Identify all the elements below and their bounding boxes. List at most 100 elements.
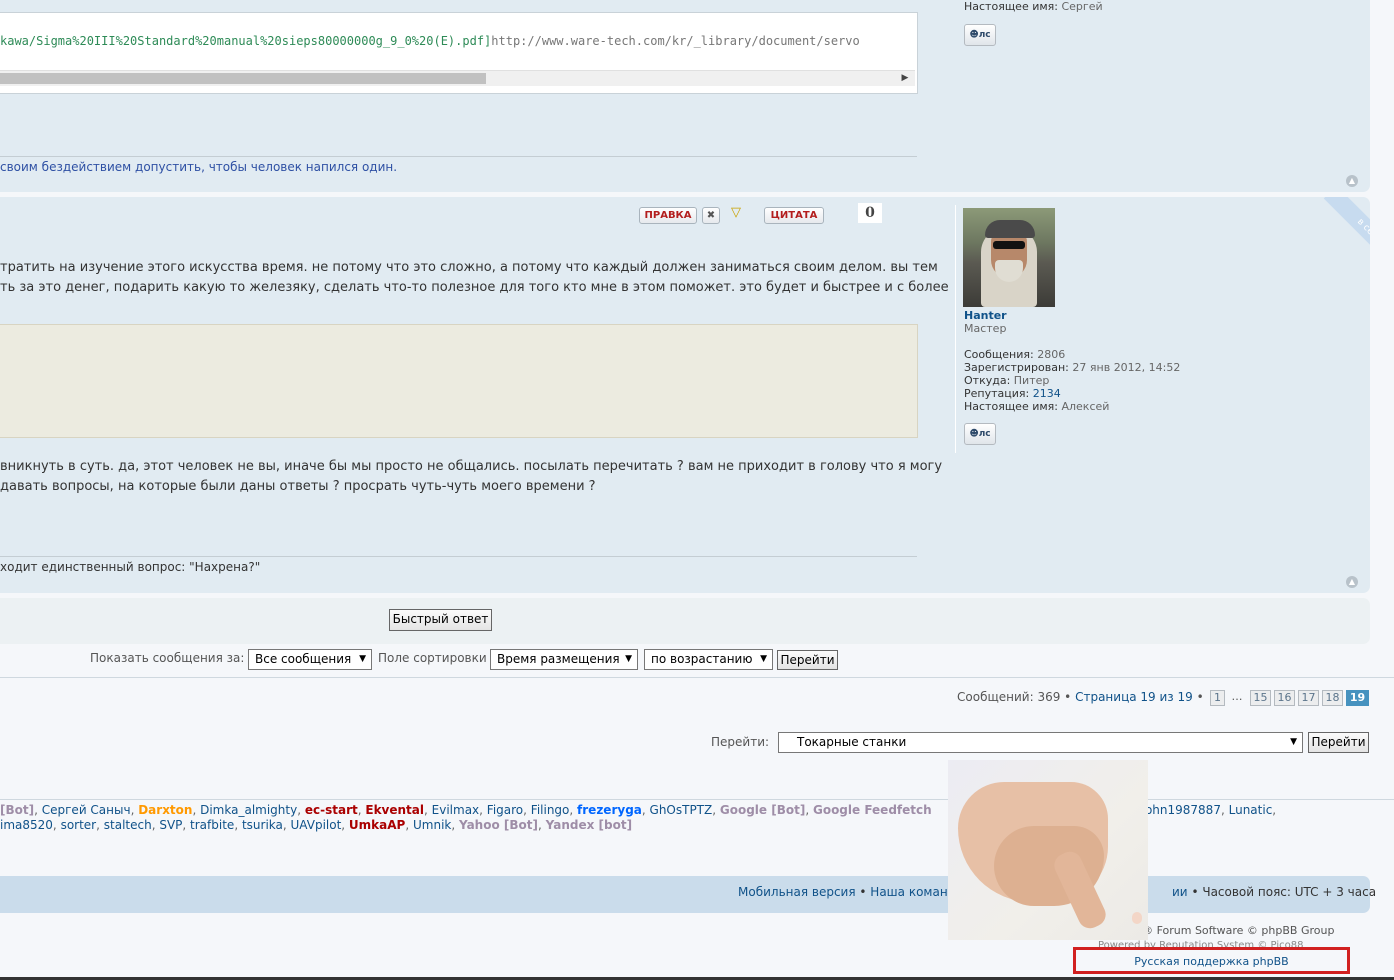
quick-reply-button[interactable]: Быстрый ответ (389, 609, 492, 631)
page-ellipsis: … (1231, 690, 1243, 703)
code-line: kawa/Sigma%20III%20Standard%20manual%20s… (0, 34, 917, 50)
edit-button[interactable]: ПРАВКА (639, 207, 697, 224)
pm-button[interactable]: ☻лс (964, 423, 996, 445)
online-user-link[interactable]: frezeryga (577, 803, 642, 817)
page-link[interactable]: 18 (1322, 690, 1343, 706)
online-user-link[interactable]: tsurika (242, 818, 283, 832)
separator: , (523, 803, 531, 817)
chevron-down-icon: ▼ (760, 654, 767, 664)
team-link[interactable]: Наша коман (870, 885, 947, 899)
footer-navbar (0, 876, 1370, 913)
online-user-link[interactable]: ima8520 (0, 818, 53, 832)
separator: , (192, 803, 201, 817)
online-user-link[interactable]: Figaro (487, 803, 523, 817)
pm-label: лс (978, 30, 991, 40)
online-users-part: [Bot], Сергей Саныч, Darxton, Dimka_almi… (0, 803, 932, 817)
post-text-line: ть за это денег, подарить какую то желез… (0, 280, 949, 295)
realname-label: Настоящее имя: (964, 400, 1058, 413)
quote-block (0, 324, 918, 438)
separator: , (641, 803, 650, 817)
online-user-link[interactable]: trafbite (190, 818, 234, 832)
separator: , (341, 818, 349, 832)
profile-reputation: Репутация: 2134 (964, 387, 1061, 400)
divider (0, 799, 1394, 800)
online-user-link[interactable]: GhOsTPTZ (650, 803, 713, 817)
online-users-part: ima8520, sorter, staltech, SVP, trafbite… (0, 818, 632, 832)
post-2: в сети ПРАВКА ✖ ▽ ЦИТАТА 0 тратить на из… (0, 197, 1370, 593)
page-link[interactable]: 16 (1274, 690, 1295, 706)
quick-reply-panel (0, 598, 1370, 644)
separator: , (282, 818, 291, 832)
online-user-link[interactable]: Darxton (138, 803, 192, 817)
divider (0, 677, 1394, 678)
online-user-link[interactable]: Ekvental (365, 803, 424, 817)
chevron-down-icon: ▼ (359, 654, 366, 664)
arrow-up-icon[interactable]: ▲ (1346, 576, 1358, 588)
online-ribbon: в сети (1300, 197, 1370, 282)
username-link[interactable]: Hanter (964, 309, 1007, 322)
jump-go-button[interactable]: Перейти (1308, 732, 1369, 753)
separator: , (405, 818, 413, 832)
online-user-link[interactable]: Lunatic (1229, 803, 1273, 817)
separator: , (297, 803, 305, 817)
online-users-line: ima8520, sorter, staltech, SVP, trafbite… (0, 818, 632, 832)
online-user-link[interactable]: Yahoo [Bot] (459, 818, 538, 832)
sort-key-select[interactable]: Время размещения ▼ (490, 649, 638, 670)
pm-button[interactable]: ☻лс (964, 24, 996, 46)
online-user-link[interactable]: UmkaAP (349, 818, 405, 832)
online-user-link[interactable]: staltech (104, 818, 152, 832)
posts-value[interactable]: 2806 (1037, 348, 1065, 361)
post-1-signature: своим бездействием допустить, чтобы чело… (0, 160, 398, 174)
online-user-link[interactable]: Umnik (413, 818, 451, 832)
online-user-link[interactable]: UAVpilot (291, 818, 342, 832)
signature-divider (0, 556, 917, 557)
show-days-select[interactable]: Все сообщения ▼ (248, 649, 372, 670)
online-user-link[interactable]: SVP (159, 818, 182, 832)
arrow-up-icon[interactable]: ▲ (1346, 175, 1358, 187)
separator: , (182, 818, 191, 832)
rep-value[interactable]: 2134 (1033, 387, 1061, 400)
code-scrollbar[interactable]: ▶ (0, 70, 915, 86)
post-count: Сообщений: 369 • (957, 690, 1072, 704)
online-user-link[interactable]: ec-start (305, 803, 358, 817)
online-user-link[interactable]: sorter (61, 818, 97, 832)
profile-joined: Зарегистрирован: 27 янв 2012, 14:52 (964, 361, 1180, 374)
page-link[interactable]: 1 (1210, 690, 1225, 706)
sort-direction-select[interactable]: по возрастанию ▼ (644, 649, 773, 670)
online-user-link[interactable]: Evilmax (432, 803, 480, 817)
jump-forum-select[interactable]: Токарные станки ▼ (778, 732, 1303, 753)
quote-button[interactable]: ЦИТАТА (764, 207, 824, 224)
profile-posts: Сообщения: 2806 (964, 348, 1065, 361)
avatar[interactable] (963, 208, 1055, 307)
location-value: Питер (1013, 374, 1050, 387)
scrollbar-thumb[interactable] (0, 73, 486, 84)
show-label: Показать сообщения за: (90, 651, 245, 665)
separator: , (479, 803, 487, 817)
page-link[interactable]: 17 (1298, 690, 1319, 706)
separator: , (96, 818, 104, 832)
online-user-link[interactable]: Dimka_almighty (200, 803, 297, 817)
warning-icon[interactable]: ▽ (727, 205, 745, 223)
joined-value: 27 янв 2012, 14:52 (1072, 361, 1181, 374)
online-user-link[interactable]: Сергей Саныч (42, 803, 131, 817)
online-user-link[interactable]: Google [Bot] (720, 803, 805, 817)
bullet: • (859, 885, 867, 899)
location-label: Откуда: (964, 374, 1011, 387)
delete-cookies-link[interactable]: ии (1172, 885, 1188, 899)
page-link[interactable]: 15 (1250, 690, 1271, 706)
online-user-link[interactable]: Google Feedfetch (813, 803, 932, 817)
online-user-link[interactable]: Filingo (531, 803, 570, 817)
russian-support-link[interactable]: Русская поддержка phpBB (1076, 955, 1347, 968)
post-text-line: вникнуть в суть. да, этот человек не вы,… (0, 459, 943, 474)
mobile-version-link[interactable]: Мобильная версия (738, 885, 856, 899)
online-user-link[interactable]: Yandex [bot] (546, 818, 632, 832)
sort-go-button[interactable]: Перейти (777, 650, 838, 670)
page-of-pages[interactable]: Страница 19 из 19 (1075, 690, 1193, 704)
pm-icon: ☻ (969, 429, 979, 439)
online-user-link[interactable]: [Bot] (0, 803, 34, 817)
delete-icon[interactable]: ✖ (702, 207, 720, 224)
online-user-link[interactable]: john1987887 (1142, 803, 1221, 817)
reputation-score[interactable]: 0 (858, 203, 882, 223)
chevron-right-icon[interactable]: ▶ (898, 71, 912, 86)
joined-label: Зарегистрирован: (964, 361, 1069, 374)
